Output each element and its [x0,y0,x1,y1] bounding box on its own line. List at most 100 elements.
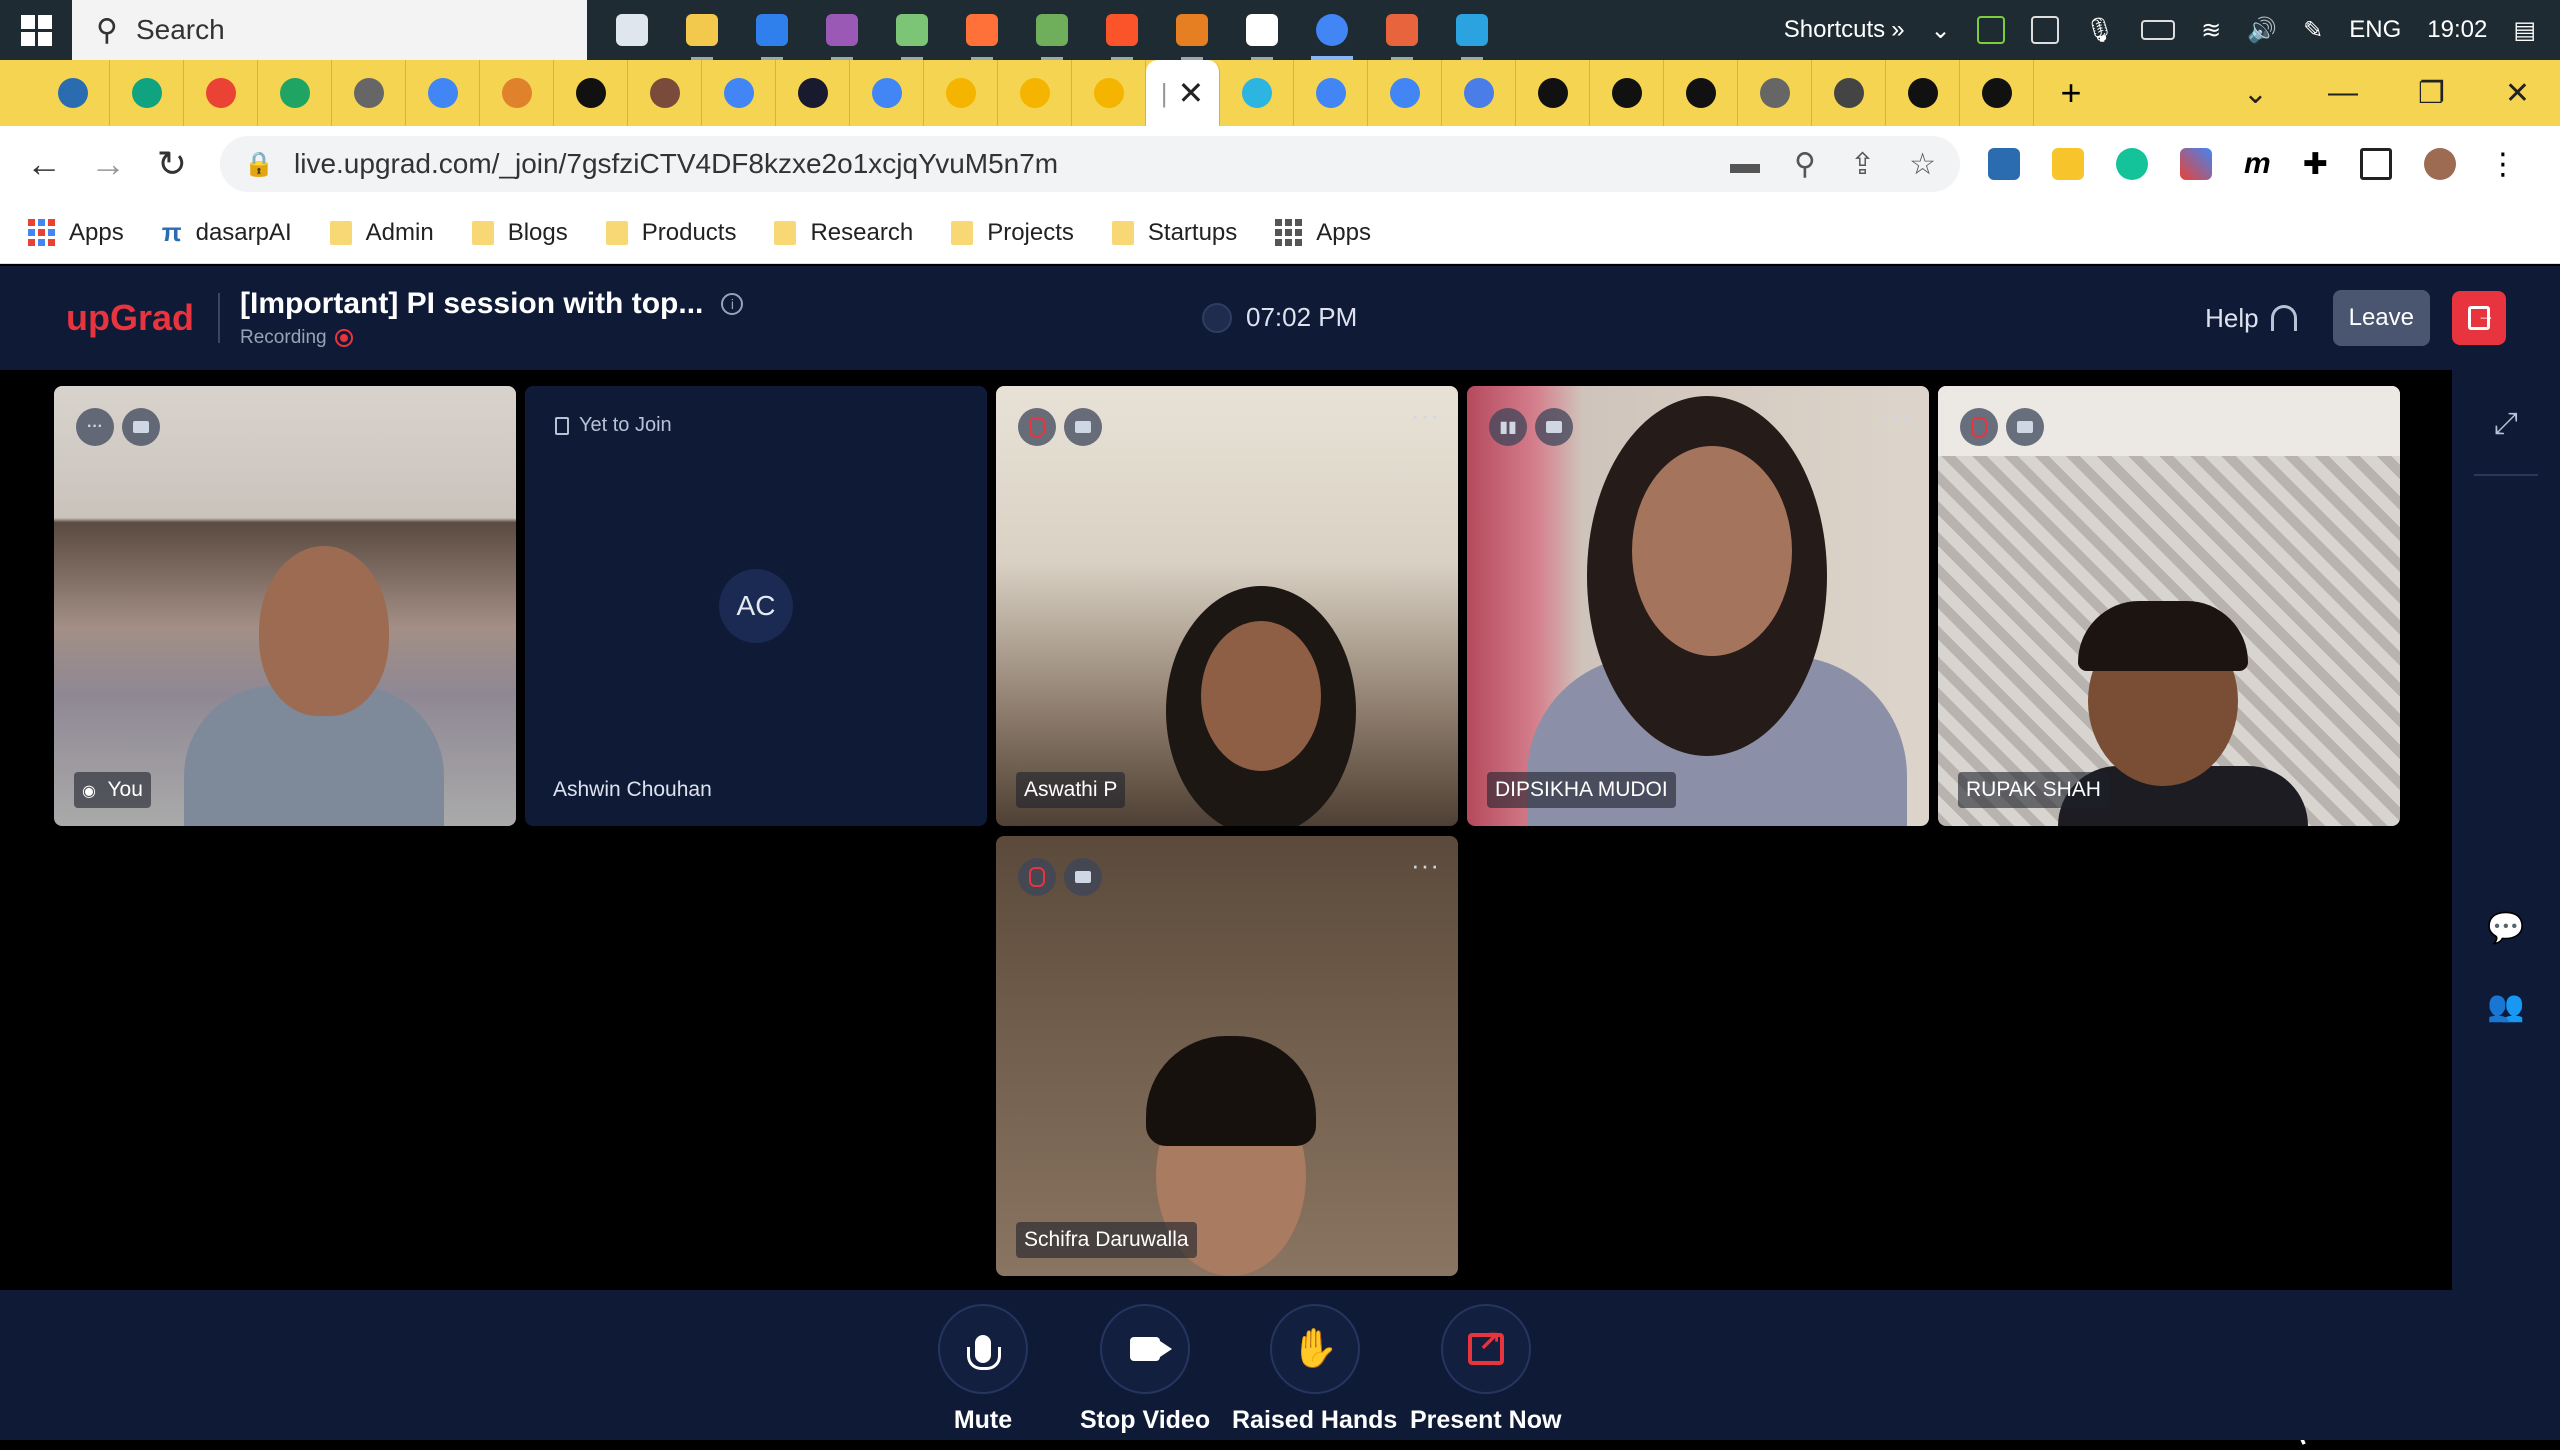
lock-icon[interactable]: 🔒 [244,150,274,178]
browser-tab-right-1[interactable] [1220,60,1294,126]
taskbar-app-firefox[interactable] [947,0,1017,60]
camera-on-icon[interactable] [1064,408,1102,446]
browser-tab-1[interactable] [36,60,110,126]
taskbar-clock[interactable]: 19:02 [2427,16,2487,44]
camera-on-icon[interactable] [2006,408,2044,446]
audio-level-icon[interactable]: ▮▮ [1489,408,1527,446]
tab-close-icon[interactable]: ✕ [1177,74,1204,112]
chat-icon[interactable]: 💬 [2482,904,2530,952]
bookmark-star-icon[interactable]: ☆ [1909,147,1936,182]
camera-in-use-icon[interactable]: ▬ [1730,147,1760,182]
taskbar-app-app-green[interactable] [1017,0,1087,60]
browser-tab-14[interactable] [998,60,1072,126]
extension-v-icon[interactable] [1988,148,2020,180]
taskbar-app-notepad[interactable] [877,0,947,60]
browser-tab-right-2[interactable] [1294,60,1368,126]
zoom-icon[interactable]: ⚲ [1794,147,1816,182]
taskbar-app-task-view[interactable] [597,0,667,60]
taskbar-search-box[interactable]: ⚲ Search [72,0,587,60]
participant-tile-ashwin[interactable]: Yet to Join AC Ashwin Chouhan [525,386,987,826]
browser-tab-7[interactable] [480,60,554,126]
address-bar[interactable]: 🔒 live.upgrad.com/_join/7gsfziCTV4DF8kzx… [220,136,1960,192]
browser-tab-right-9[interactable] [1812,60,1886,126]
profile-avatar[interactable] [2423,148,2456,180]
taskbar-app-powerpoint[interactable] [1367,0,1437,60]
bookmark-dasarpai[interactable]: π dasarpAI [162,217,292,248]
bookmark-apps-2[interactable]: Apps [1275,219,1371,247]
volume-icon[interactable]: 🔊 [2247,16,2277,45]
browser-tab-12[interactable] [850,60,924,126]
browser-tab-9[interactable] [628,60,702,126]
stop-video-circle[interactable] [1100,1304,1191,1394]
microphone-tray-icon[interactable]: 🎙 [2085,16,2115,45]
extension-m-icon[interactable]: m [2244,147,2271,181]
forward-icon[interactable]: → [76,132,140,196]
info-icon[interactable]: i [721,293,744,315]
grammarly-extension-icon[interactable] [2116,148,2148,180]
wifi-icon[interactable]: ≋ [2201,16,2221,45]
browser-tab-right-3[interactable] [1368,60,1442,126]
more-options-icon[interactable]: ··· [76,408,114,446]
taskbar-app-file-explorer[interactable] [667,0,737,60]
help-button[interactable]: Help [2205,303,2297,334]
url-text[interactable]: live.upgrad.com/_join/7gsfziCTV4DF8kzxe2… [294,148,1058,180]
browser-tab-2[interactable] [110,60,184,126]
taskbar-app-vscode[interactable] [737,0,807,60]
new-tab-button[interactable]: + [2034,60,2108,126]
browser-tab-3[interactable] [184,60,258,126]
browser-tab-8[interactable] [554,60,628,126]
participant-tile-aswathi[interactable]: ··· Aswathi P [996,386,1458,826]
raised-hands-button[interactable]: ✋ Raised Hands [1232,1304,1397,1435]
more-options-icon[interactable]: ··· [1411,850,1440,881]
participant-tile-schifra[interactable]: ··· Schifra Daruwalla [996,836,1458,1276]
browser-tab-right-7[interactable] [1664,60,1738,126]
browser-tab-right-5[interactable] [1516,60,1590,126]
camera-on-icon[interactable] [1535,408,1573,446]
more-options-icon[interactable]: ··· [1411,400,1440,431]
browser-tab-11[interactable] [776,60,850,126]
present-now-circle[interactable] [1440,1304,1531,1394]
chrome-menu-icon[interactable]: ⋮ [2488,147,2518,182]
puzzle-extensions-icon[interactable]: ✚ [2303,147,2328,182]
camera-tray-icon[interactable] [2030,16,2059,44]
raised-hands-circle[interactable]: ✋ [1269,1304,1360,1394]
participant-tile-rupak[interactable]: RUPAK SHAH [1938,386,2400,826]
browser-tab-right-4[interactable] [1442,60,1516,126]
participant-tile-dipsikha[interactable]: ▮▮ ··· DIPSIKHA MUDOI [1467,386,1929,826]
notifications-icon[interactable]: ▤ [2513,16,2536,45]
taskbar-app-whiteboard[interactable] [1227,0,1297,60]
share-icon[interactable]: ⇪ [1850,147,1875,182]
close-window-icon[interactable]: ✕ [2505,76,2530,111]
windows-start-button[interactable] [0,0,72,60]
bookmark-apps[interactable]: Apps [28,219,124,247]
browser-tab-6[interactable] [406,60,480,126]
bookmark-admin[interactable]: Admin [329,219,434,247]
extension-yellow-icon[interactable] [2052,148,2084,180]
browser-tab-5[interactable] [332,60,406,126]
participant-tile-you[interactable]: ··· ◉ You [54,386,516,826]
participants-icon[interactable]: 👥 [2482,982,2530,1030]
browser-tab-right-6[interactable] [1590,60,1664,126]
browser-tab-right-10[interactable] [1886,60,1960,126]
minimize-icon[interactable]: — [2328,76,2358,110]
tray-app-icon[interactable] [1976,16,2005,44]
taskbar-shortcuts-toolbar[interactable]: Shortcuts [1784,16,1885,44]
battery-icon[interactable] [2141,20,2176,40]
side-panel-icon[interactable] [2359,148,2392,180]
browser-tab-right-11[interactable] [1960,60,2034,126]
bookmark-blogs[interactable]: Blogs [471,219,568,247]
browser-tab-right-8[interactable] [1738,60,1812,126]
taskbar-app-telegram[interactable] [1437,0,1507,60]
reload-icon[interactable]: ↻ [140,132,204,196]
leave-button[interactable]: Leave [2332,290,2430,346]
browser-tab-4[interactable] [258,60,332,126]
mic-muted-icon[interactable] [1018,408,1056,446]
fullscreen-expand-icon[interactable]: ⤢ [2482,400,2530,448]
tab-upgrad-live-active[interactable]: | ✕ [1146,60,1220,126]
chevron-right-double-icon[interactable]: » [1891,16,1904,44]
taskbar-app-grammarly-desktop[interactable] [1157,0,1227,60]
taskbar-app-brave[interactable] [1087,0,1157,60]
end-call-button[interactable] [2452,291,2506,345]
taskbar-app-github-desktop[interactable] [807,0,877,60]
bookmark-products[interactable]: Products [605,219,736,247]
